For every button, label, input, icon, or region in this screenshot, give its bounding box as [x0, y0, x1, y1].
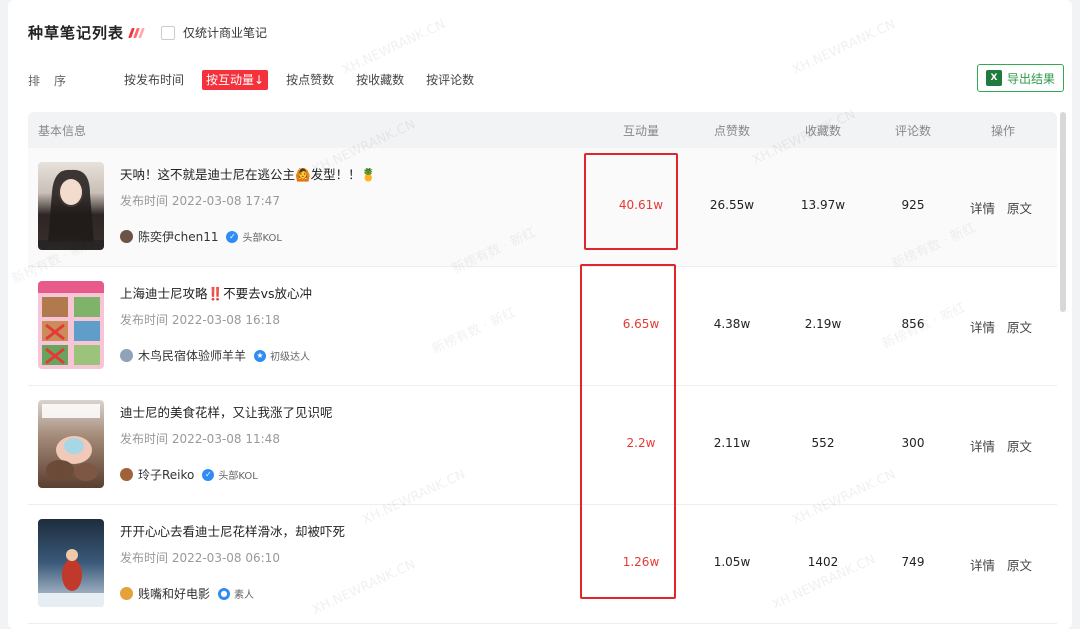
likes-value: 2.11w	[713, 436, 751, 450]
original-link[interactable]: 原文	[1007, 317, 1032, 336]
list-header: 种草笔记列表 仅统计商业笔记	[28, 22, 267, 43]
author-name[interactable]: 陈奕伊chen11	[138, 228, 218, 245]
favorites-value: 2.19w	[804, 317, 842, 331]
favorites-value: 552	[811, 436, 835, 450]
header-comments[interactable]: 评论数	[873, 122, 953, 139]
note-author[interactable]: 木鸟民宿体验师羊羊 ★ 初级达人	[120, 347, 310, 364]
row-actions: 详情 原文	[970, 317, 1032, 336]
note-publish-time: 发布时间 2022-03-08 17:47	[120, 194, 280, 208]
level-icon: ✓	[202, 468, 215, 481]
sort-by-likes[interactable]: 按点赞数	[282, 70, 338, 90]
level-icon: ✓	[226, 230, 239, 243]
highlight-box	[580, 264, 676, 599]
note-thumbnail[interactable]	[38, 162, 104, 250]
row-actions: 详情 原文	[970, 436, 1032, 455]
favorites-value: 1402	[807, 555, 839, 569]
table-row: 开开心心去看迪士尼花样滑冰，却被吓死 发布时间 2022-03-08 06:10…	[28, 505, 1057, 624]
note-author[interactable]: 陈奕伊chen11 ✓ 头部KOL	[120, 228, 282, 245]
original-link[interactable]: 原文	[1007, 555, 1032, 574]
original-link[interactable]: 原文	[1007, 436, 1032, 455]
table-header: 基本信息 互动量 点赞数 收藏数 评论数 操作	[28, 112, 1057, 148]
likes-value: 26.55w	[709, 198, 755, 212]
hot-stripes-icon	[128, 27, 145, 38]
comments-value: 925	[901, 198, 925, 212]
watermark: XH.NEWRANK.CN	[340, 17, 448, 78]
note-title[interactable]: 上海迪士尼攻略‼️不要去vs放心冲	[120, 283, 312, 302]
commercial-only-label[interactable]: 仅统计商业笔记	[183, 24, 267, 41]
header-likes[interactable]: 点赞数	[692, 122, 772, 139]
avatar	[120, 587, 133, 600]
author-level-badge: ● 素人	[218, 586, 254, 601]
vertical-scrollbar[interactable]	[1060, 112, 1066, 312]
detail-link[interactable]: 详情	[970, 198, 995, 217]
header-actions: 操作	[990, 123, 1015, 138]
level-icon: ●	[218, 587, 231, 600]
sort-by-interactions[interactable]: 按互动量↓	[202, 70, 269, 90]
author-level-badge: ✓ 头部KOL	[202, 467, 258, 482]
comments-value: 749	[901, 555, 925, 569]
table-row: 上海迪士尼攻略‼️不要去vs放心冲 发布时间 2022-03-08 16:18 …	[28, 267, 1057, 386]
detail-link[interactable]: 详情	[970, 555, 995, 574]
detail-link[interactable]: 详情	[970, 317, 995, 336]
favorites-value: 13.97w	[800, 198, 846, 212]
avatar	[120, 468, 133, 481]
sort-bar: 排序 按发布时间 按互动量↓ 按点赞数 按收藏数 按评论数	[28, 70, 492, 90]
header-interactions[interactable]: 互动量	[601, 122, 681, 139]
table-row: 迪士尼的美食花样，又让我涨了见识呢 发布时间 2022-03-08 11:48 …	[28, 386, 1057, 505]
header-info: 基本信息	[38, 123, 87, 138]
header-favorites[interactable]: 收藏数	[783, 122, 863, 139]
detail-link[interactable]: 详情	[970, 436, 995, 455]
author-name[interactable]: 木鸟民宿体验师羊羊	[138, 347, 246, 364]
note-list-card: 种草笔记列表 仅统计商业笔记 排序 按发布时间 按互动量↓ 按点赞数 按收藏数 …	[8, 0, 1072, 629]
likes-value: 1.05w	[713, 555, 751, 569]
author-name[interactable]: 贱嘴和好电影	[138, 585, 210, 602]
note-publish-time: 发布时间 2022-03-08 06:10	[120, 551, 280, 565]
export-results-button[interactable]: X 导出结果	[976, 64, 1064, 92]
author-level-badge: ✓ 头部KOL	[226, 229, 282, 244]
sort-label: 排序	[28, 73, 81, 88]
level-icon: ★	[254, 349, 267, 362]
table-row: 天呐！这不就是迪士尼在逃公主🙆发型！！🍍 发布时间 2022-03-08 17:…	[28, 148, 1057, 267]
page-title: 种草笔记列表	[28, 24, 125, 42]
row-actions: 详情 原文	[970, 198, 1032, 217]
likes-value: 4.38w	[713, 317, 751, 331]
avatar	[120, 230, 133, 243]
row-actions: 详情 原文	[970, 555, 1032, 574]
sort-by-publish-time[interactable]: 按发布时间	[120, 70, 188, 90]
note-author[interactable]: 玲子Reiko ✓ 头部KOL	[120, 466, 258, 483]
note-thumbnail[interactable]	[38, 400, 104, 488]
note-publish-time: 发布时间 2022-03-08 16:18	[120, 313, 280, 327]
note-title[interactable]: 天呐！这不就是迪士尼在逃公主🙆发型！！🍍	[120, 164, 376, 183]
sort-by-comments[interactable]: 按评论数	[422, 70, 478, 90]
author-level-badge: ★ 初级达人	[254, 348, 310, 363]
avatar	[120, 349, 133, 362]
export-label: 导出结果	[1006, 71, 1055, 86]
note-thumbnail[interactable]	[38, 519, 104, 607]
original-link[interactable]: 原文	[1007, 198, 1032, 217]
highlight-box	[584, 153, 678, 250]
note-publish-time: 发布时间 2022-03-08 11:48	[120, 432, 280, 446]
comments-value: 300	[901, 436, 925, 450]
note-thumbnail[interactable]	[38, 281, 104, 369]
note-author[interactable]: 贱嘴和好电影 ● 素人	[120, 585, 254, 602]
author-name[interactable]: 玲子Reiko	[138, 466, 194, 483]
comments-value: 856	[901, 317, 925, 331]
note-title[interactable]: 开开心心去看迪士尼花样滑冰，却被吓死	[120, 521, 345, 540]
commercial-only-checkbox[interactable]	[161, 25, 176, 40]
excel-icon: X	[985, 70, 1002, 86]
note-title[interactable]: 迪士尼的美食花样，又让我涨了见识呢	[120, 402, 333, 421]
sort-by-favorites[interactable]: 按收藏数	[352, 70, 408, 90]
watermark: XH.NEWRANK.CN	[790, 17, 898, 78]
